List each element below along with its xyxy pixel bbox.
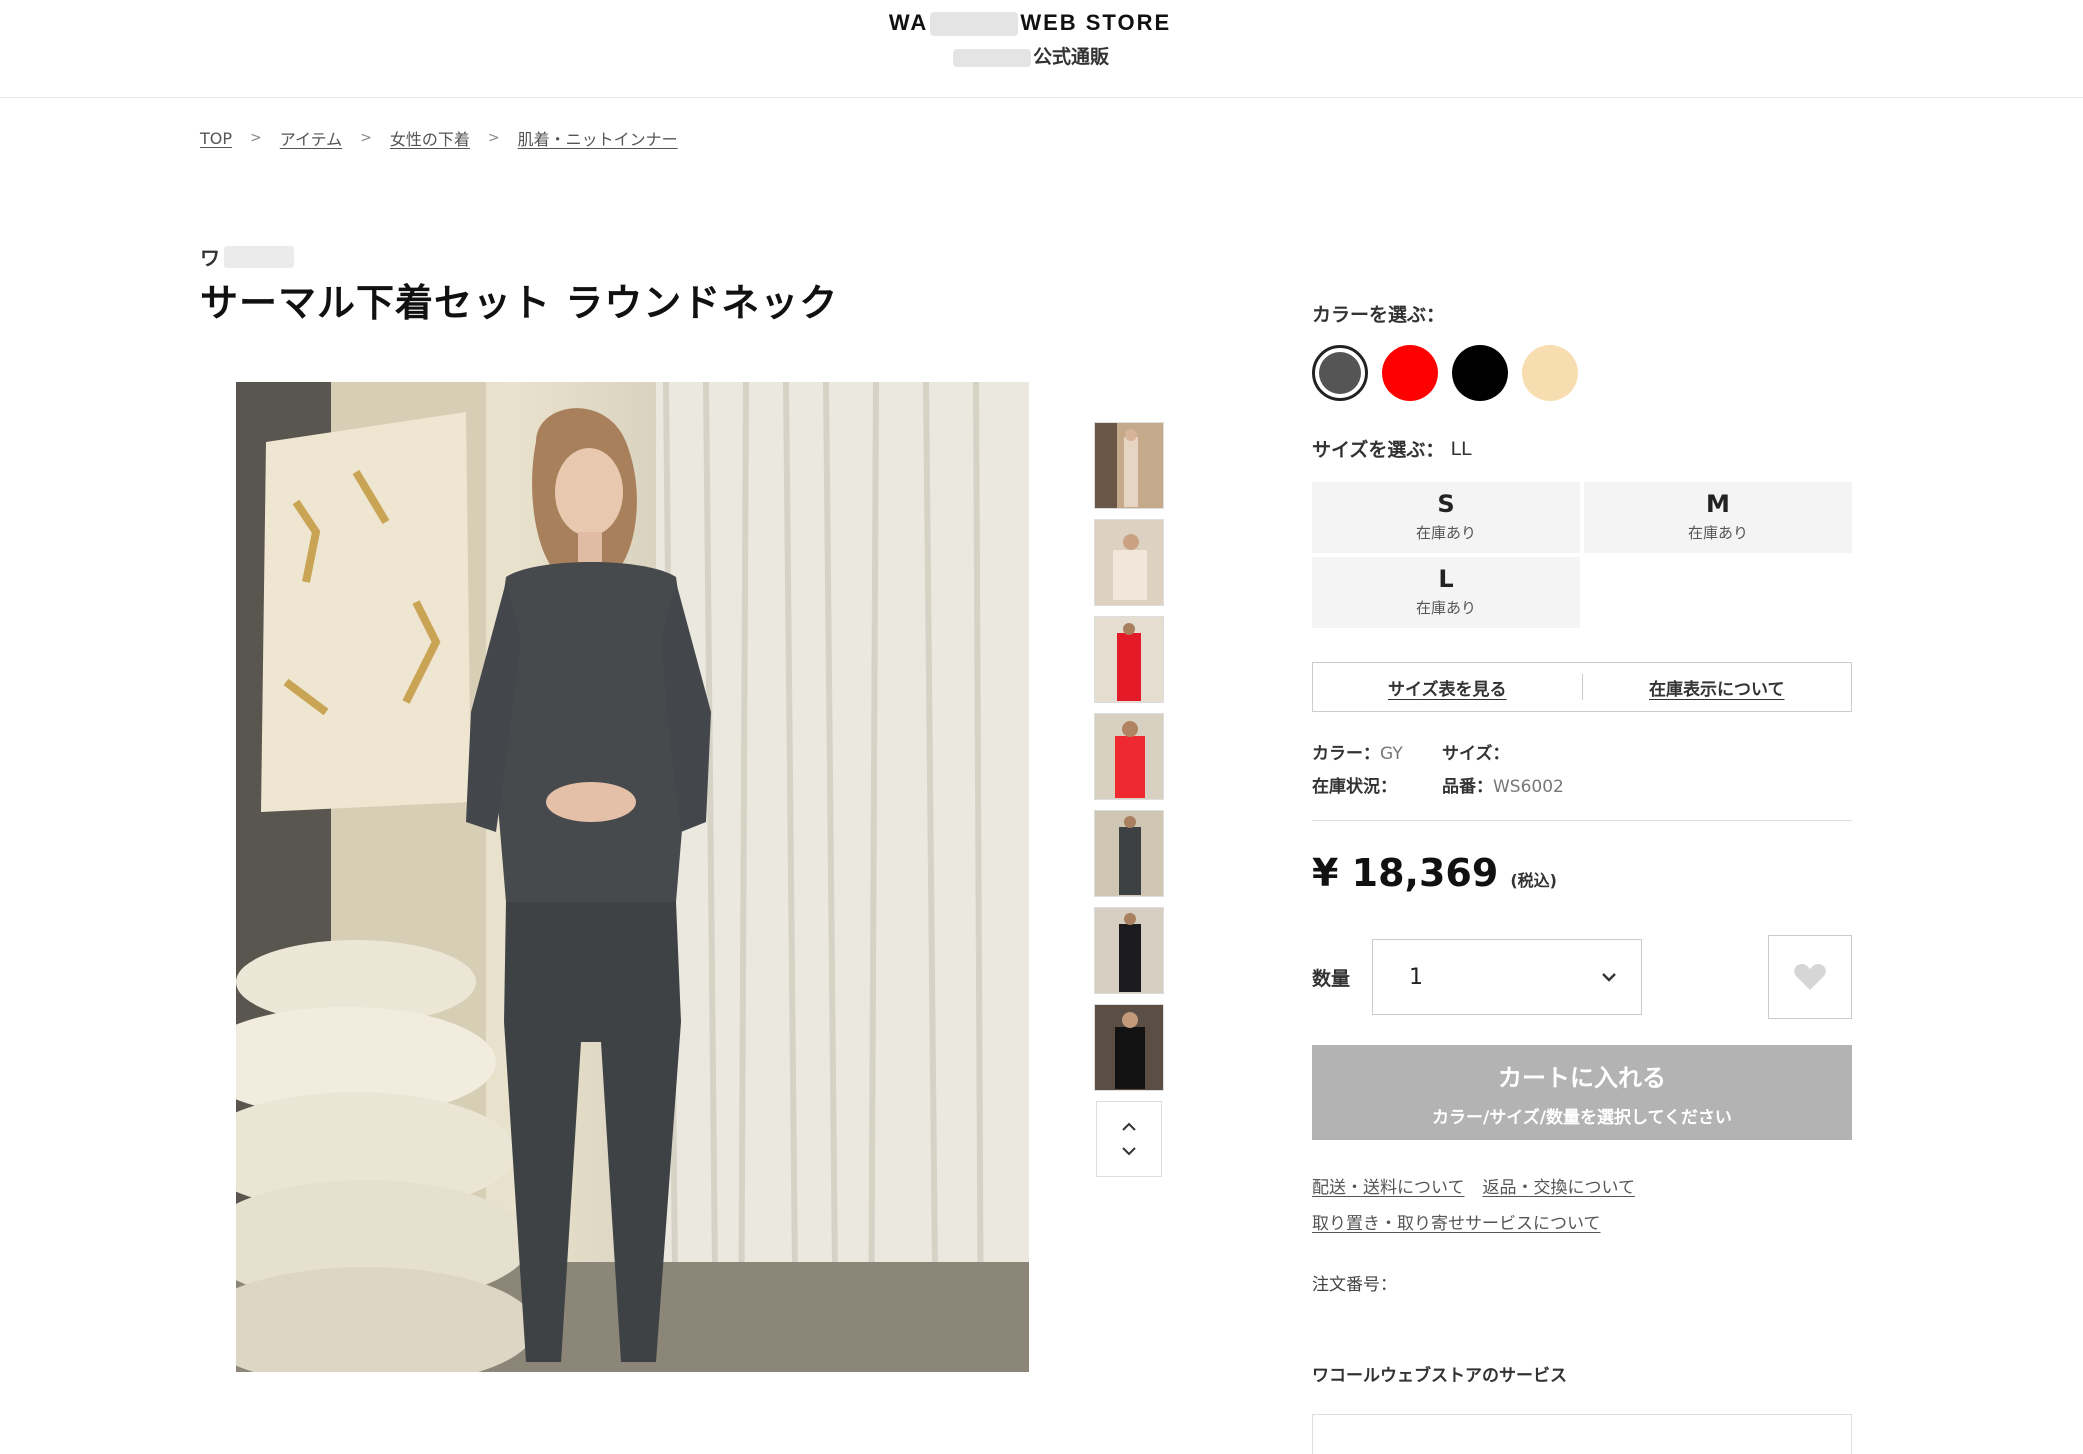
logo-subtitle: 公式通販 bbox=[870, 42, 1190, 69]
divider bbox=[1312, 820, 1852, 821]
price: ¥ 18,369 (税込) bbox=[1312, 851, 1852, 895]
thumbnail-7[interactable] bbox=[1094, 1004, 1164, 1091]
returns-link[interactable]: 返品・交換について bbox=[1483, 1178, 1636, 1198]
thumbnail-5[interactable] bbox=[1094, 810, 1164, 897]
size-chart-link[interactable]: サイズ表を見る bbox=[1313, 675, 1582, 700]
order-number-label: 注文番号： bbox=[1312, 1275, 1397, 1295]
size-option-stock: 在庫あり bbox=[1415, 599, 1476, 617]
pickup-service-link[interactable]: 取り置き・取り寄せサービスについて bbox=[1312, 1214, 1601, 1234]
favorite-button[interactable] bbox=[1768, 935, 1852, 1019]
service-heading: ワコールウェブストアのサービス bbox=[1312, 1366, 1567, 1386]
thumbnail-scroll-controls bbox=[1096, 1101, 1162, 1177]
color-swatch-gray[interactable] bbox=[1312, 345, 1368, 401]
size-option-stock: 在庫あり bbox=[1415, 524, 1476, 542]
store-logo[interactable]: WA WEB STORE 公式通販 bbox=[870, 10, 1190, 69]
chevron-right-icon: > bbox=[360, 130, 372, 146]
thumbnail-image bbox=[1095, 520, 1163, 605]
thumbnail-1[interactable] bbox=[1094, 422, 1164, 509]
info-size-label: サイズ： bbox=[1442, 744, 1510, 764]
color-swatch-red[interactable] bbox=[1382, 345, 1438, 401]
size-label-row: サイズを選ぶ： LL bbox=[1312, 435, 1852, 462]
chevron-up-icon[interactable] bbox=[1121, 1122, 1137, 1132]
info-color-label: カラー： bbox=[1312, 744, 1380, 764]
stock-info-link[interactable]: 在庫表示について bbox=[1583, 675, 1852, 700]
cart-button-label: カートに入れる bbox=[1498, 1063, 1666, 1092]
chevron-right-icon: > bbox=[250, 130, 262, 146]
thumbnail-image bbox=[1095, 423, 1163, 508]
quantity-row: 数量 1 bbox=[1312, 935, 1852, 1019]
product-info: カラー：GY サイズ： 在庫状況： 品番：WS6002 bbox=[1312, 738, 1852, 804]
size-selected-value: LL bbox=[1450, 437, 1472, 460]
size-option-s[interactable]: S 在庫あり bbox=[1312, 482, 1580, 553]
color-label: カラーを選ぶ： bbox=[1312, 304, 1446, 326]
size-option-label: L bbox=[1438, 565, 1454, 593]
color-swatch-beige[interactable] bbox=[1522, 345, 1578, 401]
size-info-links: サイズ表を見る 在庫表示について bbox=[1312, 662, 1852, 712]
chevron-down-icon[interactable] bbox=[1121, 1146, 1137, 1156]
product-options-panel: カラーを選ぶ： サイズを選ぶ： LL S 在庫あり M 在庫あり L 在庫あり … bbox=[1312, 300, 1852, 1454]
thumbnail-2[interactable] bbox=[1094, 519, 1164, 606]
info-code-value: WS6002 bbox=[1493, 777, 1564, 797]
logo-redaction bbox=[930, 12, 1019, 37]
heart-icon bbox=[1794, 964, 1826, 990]
price-tax-note: (税込) bbox=[1510, 871, 1557, 890]
quantity-select[interactable]: 1 bbox=[1372, 939, 1642, 1015]
thumbnail-image bbox=[1095, 908, 1163, 993]
brand-redaction bbox=[224, 245, 294, 268]
thumbnail-list bbox=[1094, 422, 1164, 1177]
thumbnail-image bbox=[1095, 811, 1163, 896]
brand-name: ワ bbox=[200, 242, 294, 271]
quantity-label: 数量 bbox=[1312, 967, 1351, 990]
chevron-down-icon bbox=[1602, 973, 1616, 982]
breadcrumb-women-underwear[interactable]: 女性の下着 bbox=[390, 126, 470, 150]
service-panel bbox=[1312, 1414, 1852, 1454]
size-option-m[interactable]: M 在庫あり bbox=[1584, 482, 1852, 553]
logo-sub-redaction bbox=[952, 48, 1031, 67]
info-code-label: 品番： bbox=[1442, 777, 1493, 797]
cart-button-hint: カラー/サイズ/数量を選択してください bbox=[1432, 1107, 1732, 1128]
size-options: S 在庫あり M 在庫あり L 在庫あり bbox=[1312, 482, 1852, 628]
breadcrumb: TOP > アイテム > 女性の下着 > 肌着・ニットインナー bbox=[200, 126, 678, 150]
thumbnail-image bbox=[1095, 714, 1163, 799]
logo-text: WA WEB STORE bbox=[888, 10, 1172, 37]
thumbnail-3[interactable] bbox=[1094, 616, 1164, 703]
main-product-image[interactable] bbox=[236, 382, 1029, 1372]
shipping-link[interactable]: 配送・送料について bbox=[1312, 1178, 1465, 1198]
thumbnail-image bbox=[1095, 617, 1163, 702]
breadcrumb-innerwear[interactable]: 肌着・ニットインナー bbox=[518, 126, 678, 150]
color-swatch-black[interactable] bbox=[1452, 345, 1508, 401]
thumbnail-image bbox=[1095, 1005, 1163, 1090]
size-option-label: M bbox=[1706, 490, 1730, 518]
chevron-right-icon: > bbox=[487, 130, 500, 146]
size-option-stock: 在庫あり bbox=[1687, 524, 1748, 542]
site-header: WA WEB STORE 公式通販 bbox=[0, 0, 2083, 98]
breadcrumb-top[interactable]: TOP bbox=[200, 129, 232, 148]
thumbnail-4[interactable] bbox=[1094, 713, 1164, 800]
product-title: サーマル下着セット ラウンドネック bbox=[200, 281, 839, 325]
thumbnail-6[interactable] bbox=[1094, 907, 1164, 994]
swatch-fill bbox=[1319, 352, 1361, 394]
add-to-cart-button[interactable]: カートに入れる カラー/サイズ/数量を選択してください bbox=[1312, 1045, 1852, 1140]
size-option-l[interactable]: L 在庫あり bbox=[1312, 557, 1580, 628]
price-amount: ¥ 18,369 bbox=[1312, 851, 1499, 895]
info-stock-label: 在庫状況： bbox=[1312, 777, 1397, 797]
breadcrumb-items[interactable]: アイテム bbox=[280, 126, 342, 150]
color-swatches bbox=[1312, 345, 1852, 401]
size-label: サイズを選ぶ： bbox=[1312, 439, 1445, 461]
info-color-value: GY bbox=[1380, 744, 1403, 764]
size-option-label: S bbox=[1437, 490, 1455, 518]
model-photo-illustration bbox=[236, 382, 1029, 1372]
policy-links: 配送・送料について 返品・交換について 取り置き・取り寄せサービスについて bbox=[1312, 1170, 1852, 1242]
quantity-value: 1 bbox=[1409, 964, 1423, 990]
